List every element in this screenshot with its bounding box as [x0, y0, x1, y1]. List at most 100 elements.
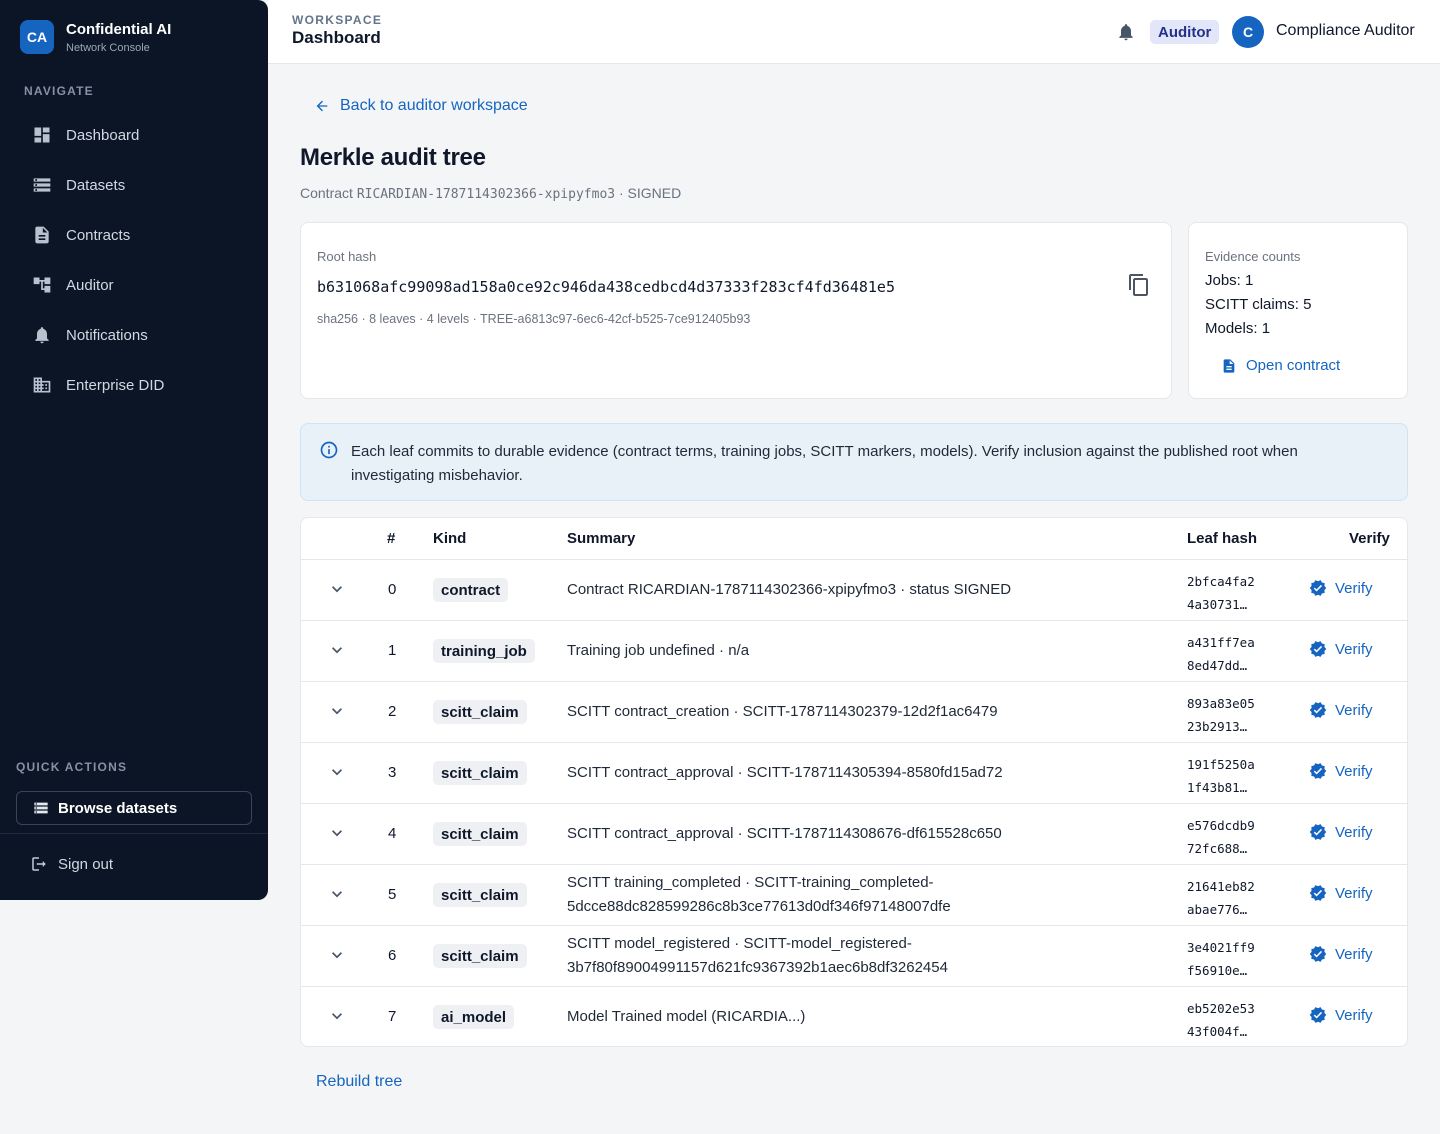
kind-badge: scitt_claim: [433, 944, 527, 968]
sidebar-item-auditor[interactable]: Auditor: [16, 260, 252, 310]
verify-button[interactable]: Verify: [1309, 701, 1373, 719]
root-hash-value: b631068afc99098ad158a0ce92c946da438cedbc…: [317, 278, 895, 296]
sidebar-item-contracts[interactable]: Contracts: [16, 210, 252, 260]
sidebar-item-notifications[interactable]: Notifications: [16, 310, 252, 360]
leaf-hash-line-1: e576dcdb9: [1187, 818, 1255, 833]
avatar[interactable]: C: [1232, 16, 1264, 48]
chevron-down-icon[interactable]: [327, 884, 347, 904]
verify-label: Verify: [1335, 579, 1373, 597]
leaf-hash-line-2: 72fc688…: [1187, 841, 1248, 856]
sidebar-item-enterprise-did[interactable]: Enterprise DID: [16, 360, 252, 410]
evidence-claims: SCITT claims: 5: [1205, 296, 1312, 313]
chevron-down-icon[interactable]: [327, 701, 347, 721]
back-link[interactable]: Back to auditor workspace: [314, 97, 528, 115]
subtitle-prefix: Contract: [300, 185, 353, 201]
row-summary-text: Contract RICARDIAN-1787114302366-xpipyfm…: [567, 581, 1012, 598]
row-index: 3: [388, 764, 397, 781]
user-name[interactable]: Compliance Auditor: [1276, 22, 1418, 40]
sidebar-item-label: Dashboard: [66, 126, 140, 144]
row-summary: SCITT training_completed · SCITT-trainin…: [567, 865, 1167, 925]
contract-id: RICARDIAN-1787114302366-xpipyfmo3: [356, 187, 616, 202]
quick-actions-label: QUICK ACTIONS: [16, 760, 128, 774]
notifications-bell-icon[interactable]: [1116, 22, 1136, 42]
open-contract-label: Open contract: [1246, 357, 1341, 374]
table-row[interactable]: 2 scitt_claim SCITT contract_creation · SC…: [301, 682, 1407, 743]
leaf-hash-line-2: 4a30731…: [1187, 597, 1248, 612]
verify-button[interactable]: Verify: [1309, 945, 1373, 963]
chevron-down-icon[interactable]: [327, 945, 347, 965]
leaf-hash-line-1: eb5202e53: [1187, 1001, 1255, 1016]
table-row[interactable]: 4 scitt_claim SCITT contract_approval · SC…: [301, 804, 1407, 865]
bell-icon: [35, 327, 49, 344]
header-kind: Kind: [433, 530, 467, 547]
table-row[interactable]: 7 ai_model Model Trained model (RICARDIA..…: [301, 987, 1407, 1046]
arrow-left-icon: [316, 100, 328, 112]
verify-label: Verify: [1335, 701, 1373, 719]
leaf-hash: 191f5250a 1f43b81…: [1187, 753, 1255, 799]
sidebar-item-dashboard[interactable]: Dashboard: [16, 110, 252, 160]
chevron-down-icon[interactable]: [327, 579, 347, 599]
row-index: 1: [388, 642, 397, 659]
brand[interactable]: CA Confidential AI Network Console: [20, 20, 171, 54]
row-summary-text: SCITT contract_approval · SCITT-17871143…: [567, 764, 1003, 781]
leaf-hash: 21641eb82 abae776…: [1187, 875, 1255, 921]
chevron-down-icon[interactable]: [327, 640, 347, 660]
verify-button[interactable]: Verify: [1309, 579, 1373, 597]
row-summary: SCITT contract_approval · SCITT-17871143…: [567, 804, 1167, 864]
leaf-hash-line-2: 23b2913…: [1187, 719, 1248, 734]
leaf-hash: 2bfca4fa2 4a30731…: [1187, 570, 1255, 616]
row-summary: SCITT contract_approval · SCITT-17871143…: [567, 743, 1167, 803]
root-hash-label: Root hash: [317, 249, 377, 264]
chevron-down-icon[interactable]: [327, 823, 347, 843]
table-row[interactable]: 5 scitt_claim SCITT training_completed · S…: [301, 865, 1407, 926]
header-title: Dashboard: [292, 28, 381, 47]
sidebar-item-label: Datasets: [66, 176, 126, 194]
browse-datasets-button[interactable]: Browse datasets: [16, 791, 252, 825]
copy-icon[interactable]: [1127, 273, 1151, 297]
chevron-down-icon[interactable]: [327, 762, 347, 782]
verified-icon: [1309, 885, 1327, 901]
sidebar-item-label: Notifications: [66, 326, 148, 344]
root-hash-meta: sha256 · 8 leaves · 4 levels · TREE-a681…: [317, 312, 751, 326]
kind-badge: ai_model: [433, 1005, 515, 1029]
contract-status: · SIGNED: [618, 185, 682, 201]
sign-out-label: Sign out: [58, 855, 114, 873]
root-hash-card: Root hash b631068afc99098ad158a0ce92c946…: [300, 222, 1172, 399]
row-index: 4: [388, 825, 397, 842]
verify-button[interactable]: Verify: [1309, 884, 1373, 902]
evidence-jobs: Jobs: 1: [1205, 272, 1254, 289]
leaf-hash-line-1: 2bfca4fa2: [1187, 574, 1255, 589]
kind-badge: scitt_claim: [433, 700, 527, 724]
table-row[interactable]: 3 scitt_claim SCITT contract_approval · SC…: [301, 743, 1407, 804]
verify-button[interactable]: Verify: [1309, 1006, 1373, 1024]
brand-logo: CA: [20, 20, 54, 54]
verified-icon: [1309, 824, 1327, 840]
verify-button[interactable]: Verify: [1309, 762, 1373, 780]
verify-label: Verify: [1335, 884, 1373, 902]
table-row[interactable]: 1 training_job Training job undefined · n/…: [301, 621, 1407, 682]
row-index: 5: [388, 886, 397, 903]
sign-out-button[interactable]: Sign out: [30, 855, 113, 873]
document-icon: [35, 226, 49, 244]
table-row[interactable]: 0 contract Contract RICARDIAN-178711430236…: [301, 560, 1407, 621]
verify-button[interactable]: Verify: [1309, 640, 1373, 658]
leaf-hash-line-2: 8ed47dd…: [1187, 658, 1248, 673]
verify-button[interactable]: Verify: [1309, 823, 1373, 841]
leaf-hash-line-2: 43f004f…: [1187, 1024, 1248, 1039]
leaf-hash-line-2: f56910e…: [1187, 963, 1248, 978]
leaf-hash-line-1: a431ff7ea: [1187, 635, 1255, 650]
rebuild-tree-button[interactable]: Rebuild tree: [316, 1073, 402, 1091]
info-text: Each leaf commits to durable evidence (c…: [351, 443, 1298, 484]
leaf-hash: eb5202e53 43f004f…: [1187, 997, 1255, 1043]
kind-badge: contract: [433, 578, 509, 602]
kind-badge: scitt_claim: [433, 822, 527, 846]
row-index: 6: [388, 947, 397, 964]
verified-icon: [1309, 763, 1327, 779]
leaf-hash: a431ff7ea 8ed47dd…: [1187, 631, 1255, 677]
open-contract-button[interactable]: Open contract: [1221, 357, 1340, 374]
chevron-down-icon[interactable]: [327, 1006, 347, 1026]
back-link-label: Back to auditor workspace: [340, 97, 528, 114]
sidebar-item-datasets[interactable]: Datasets: [16, 160, 252, 210]
verified-icon: [1309, 702, 1327, 718]
table-row[interactable]: 6 scitt_claim SCITT model_registered · SCI…: [301, 926, 1407, 987]
